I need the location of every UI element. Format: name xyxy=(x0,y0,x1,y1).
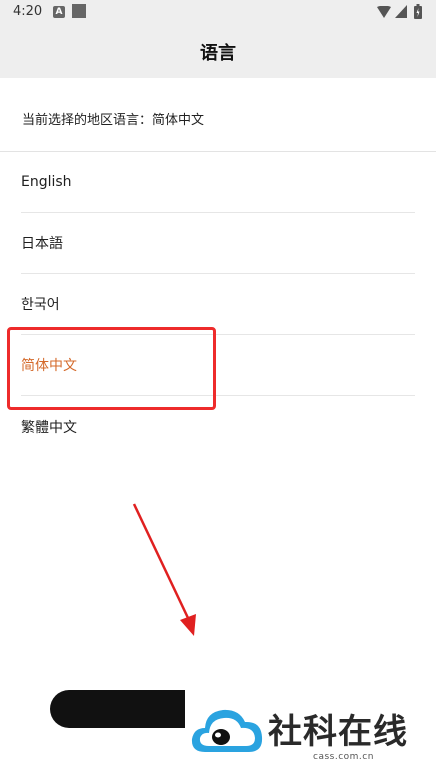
watermark: 社科在线 cass.com.cn xyxy=(185,688,436,775)
watermark-url: cass.com.cn xyxy=(313,752,374,762)
highlight-box-annotation xyxy=(7,327,216,410)
app-header: 语言 xyxy=(0,24,436,78)
wifi-icon xyxy=(377,6,391,18)
language-option-label: 繁體中文 xyxy=(21,419,77,436)
language-option-label: 日本語 xyxy=(21,236,63,252)
language-option-korean[interactable]: 한국어 xyxy=(21,274,415,335)
status-time: 4:20 xyxy=(13,4,43,19)
square-notification-icon xyxy=(72,4,86,18)
language-option-label: 한국어 xyxy=(21,297,60,313)
current-language-text: 当前选择的地区语言：简体中文 xyxy=(22,113,205,128)
watermark-title: 社科在线 xyxy=(268,712,408,752)
cloud-logo-icon xyxy=(191,709,263,752)
a-badge-icon: A xyxy=(53,6,65,18)
language-option-label: English xyxy=(21,174,72,190)
language-option-english[interactable]: English xyxy=(21,152,415,213)
status-bar: 4:20 A xyxy=(0,0,436,24)
arrow-annotation-icon xyxy=(132,503,196,636)
signal-icon xyxy=(395,5,407,18)
page-title: 语言 xyxy=(200,43,236,64)
language-option-japanese[interactable]: 日本語 xyxy=(21,213,415,274)
battery-icon xyxy=(414,4,422,19)
